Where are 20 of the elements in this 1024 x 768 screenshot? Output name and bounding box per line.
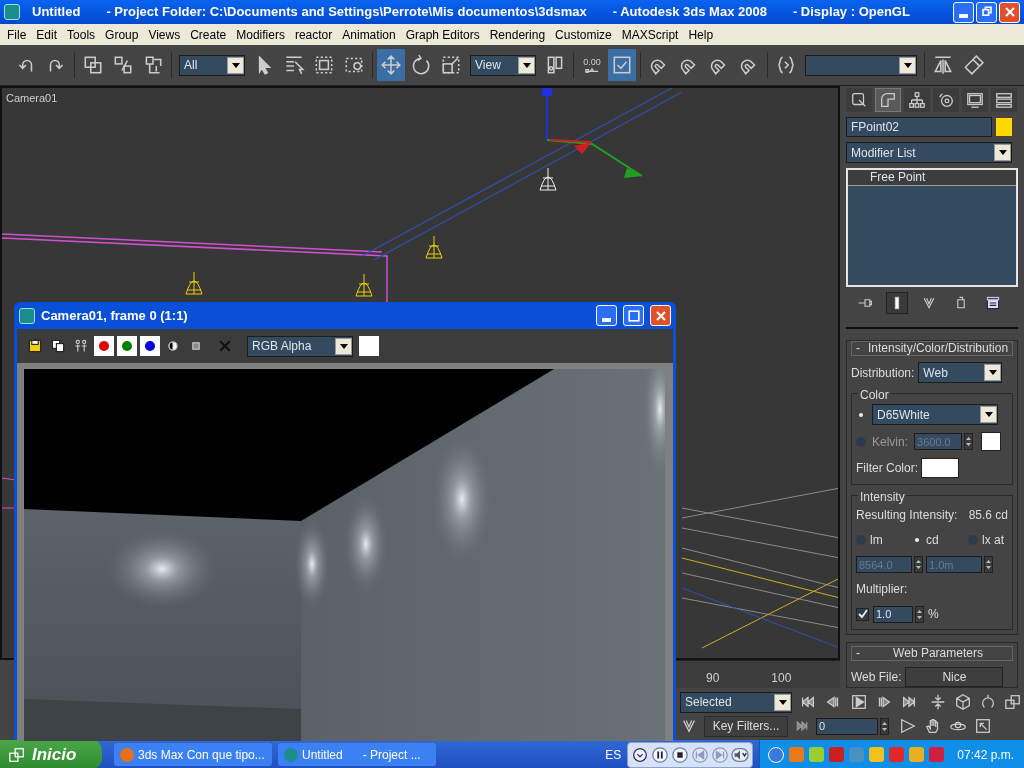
field-label: Kelvin: <box>872 433 909 451</box>
unit-label: % <box>928 606 939 623</box>
window-title: - Autodesk 3ds Max 2008 <box>612 3 767 22</box>
radio-label: cd <box>926 532 939 549</box>
field-label: Filter Color: <box>856 460 918 477</box>
field-label: Distribution: <box>851 364 915 382</box>
timeline-tick-label: 100 <box>771 670 792 687</box>
field-label: Resulting Intensity: <box>856 507 958 524</box>
field-label: Web File: <box>851 669 902 686</box>
radio-label: lm <box>870 532 883 549</box>
render-window-title: Camera01, frame 0 (1:1) <box>41 306 189 325</box>
window-title: Untitled <box>32 3 81 22</box>
window-title: - Display : OpenGL <box>792 3 910 22</box>
viewport-label: Camera01 <box>6 91 58 106</box>
radio-label: lx at <box>982 532 1004 549</box>
resulting-intensity-value: 85.6 cd <box>968 507 1008 524</box>
clock: 07:42 p.m. <box>957 746 1014 764</box>
window-title: - Project Folder: C:\Documents and Settings\Perrote\Mis documentos\3dsmax <box>106 3 587 22</box>
timeline-tick-label: 90 <box>706 670 720 687</box>
field-label: Multiplier: <box>856 581 909 598</box>
